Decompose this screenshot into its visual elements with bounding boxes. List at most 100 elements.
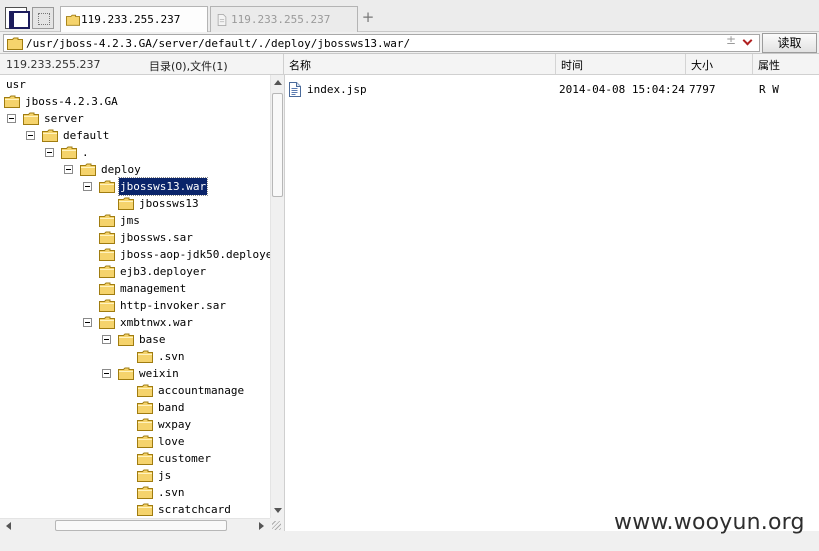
collapse-toggle-icon[interactable] bbox=[7, 114, 16, 123]
collapse-toggle-icon[interactable] bbox=[45, 148, 54, 157]
tree-node-label: .svn bbox=[158, 350, 185, 363]
tree-node-label: jms bbox=[120, 214, 140, 227]
tree-node[interactable]: customer bbox=[0, 450, 270, 467]
plus-minus-icon[interactable]: ± bbox=[726, 33, 736, 47]
folder-icon bbox=[118, 367, 134, 380]
tree-node-label: wxpay bbox=[158, 418, 192, 431]
tree-header: 119.233.255.237 目录(0),文件(1) bbox=[0, 54, 283, 75]
tree-node[interactable]: usr bbox=[0, 76, 270, 93]
scroll-right-arrow-icon[interactable] bbox=[259, 522, 264, 530]
folder-icon bbox=[99, 248, 115, 261]
tree-node[interactable]: accountmanage bbox=[0, 382, 270, 399]
document-icon bbox=[217, 14, 227, 26]
tree-node-label: deploy bbox=[101, 163, 141, 176]
folder-icon bbox=[137, 452, 153, 465]
folder-icon bbox=[118, 197, 134, 210]
tree-node[interactable]: band bbox=[0, 399, 270, 416]
tree-node[interactable]: http-invoker.sar bbox=[0, 297, 270, 314]
column-header-size[interactable]: 大小 bbox=[686, 54, 753, 74]
tree-node-label: band bbox=[158, 401, 185, 414]
collapse-toggle-icon[interactable] bbox=[102, 335, 111, 344]
panel-toggle-button[interactable] bbox=[5, 7, 30, 29]
scroll-up-arrow-icon[interactable] bbox=[274, 80, 282, 85]
tree-node[interactable]: love bbox=[0, 433, 270, 450]
directory-tree: usr jboss-4.2.3.GA server default. deploy jbo… bbox=[0, 75, 270, 518]
tree-node[interactable]: jboss-4.2.3.GA bbox=[0, 93, 270, 110]
tree-node-label: customer bbox=[158, 452, 211, 465]
folder-icon bbox=[23, 112, 39, 125]
collapse-toggle-icon[interactable] bbox=[64, 165, 73, 174]
tree-node-label: jbossws13 bbox=[139, 197, 199, 210]
tree-node-label: love bbox=[158, 435, 185, 448]
folder-icon bbox=[80, 163, 96, 176]
tree-node-label: default bbox=[63, 129, 110, 142]
tree-node-label: server bbox=[44, 112, 84, 125]
collapse-toggle-icon[interactable] bbox=[83, 318, 92, 327]
tab-active[interactable]: 119.233.255.237 bbox=[60, 6, 208, 32]
file-list-header: 名称 时间 大小 属性 bbox=[283, 54, 819, 75]
file-row[interactable]: index.jsp 2014-04-08 15:04:24 7797 R W bbox=[285, 81, 819, 98]
path-value: /usr/jboss-4.2.3.GA/server/default/./dep… bbox=[26, 37, 411, 50]
resize-grip-icon[interactable] bbox=[272, 521, 281, 530]
item-counts: 目录(0),文件(1) bbox=[149, 60, 228, 73]
file-time: 2014-04-08 15:04:24 bbox=[559, 83, 685, 96]
tree-node-label: accountmanage bbox=[158, 384, 245, 397]
folder-icon bbox=[137, 503, 153, 516]
tree-node[interactable]: default bbox=[0, 127, 270, 144]
tree-node-label: usr bbox=[6, 78, 26, 91]
file-name: index.jsp bbox=[307, 83, 367, 96]
tree-node-label: xmbtnwx.war bbox=[120, 316, 193, 329]
tree-node[interactable]: base bbox=[0, 331, 270, 348]
tree-node[interactable]: weixin bbox=[0, 365, 270, 382]
collapse-toggle-icon[interactable] bbox=[102, 369, 111, 378]
tree-node[interactable]: server bbox=[0, 110, 270, 127]
folder-icon bbox=[99, 231, 115, 244]
scroll-thumb[interactable] bbox=[272, 93, 283, 197]
new-tab-button[interactable]: + bbox=[361, 10, 375, 25]
tree-node[interactable]: js bbox=[0, 467, 270, 484]
tree-node[interactable]: jboss-aop-jdk50.deployer bbox=[0, 246, 270, 263]
folder-icon bbox=[99, 282, 115, 295]
tree-node-label: weixin bbox=[139, 367, 179, 380]
folder-icon bbox=[99, 180, 115, 193]
tree-node[interactable]: deploy bbox=[0, 161, 270, 178]
column-header-name[interactable]: 名称 bbox=[284, 54, 556, 74]
collapse-toggle-icon[interactable] bbox=[83, 182, 92, 191]
folder-icon bbox=[137, 486, 153, 499]
tree-node-label: js bbox=[158, 469, 172, 482]
tree-node[interactable]: .svn bbox=[0, 348, 270, 365]
tree-node[interactable]: jbossws13 bbox=[0, 195, 270, 212]
tree-node-label: http-invoker.sar bbox=[120, 299, 226, 312]
folder-icon bbox=[137, 469, 153, 482]
chevron-down-icon[interactable] bbox=[742, 35, 753, 46]
tree-node[interactable]: .svn bbox=[0, 484, 270, 501]
tree-node[interactable]: ejb3.deployer bbox=[0, 263, 270, 280]
scroll-left-arrow-icon[interactable] bbox=[6, 522, 11, 530]
tree-node[interactable]: jbossws.sar bbox=[0, 229, 270, 246]
tree-node[interactable]: wxpay bbox=[0, 416, 270, 433]
tree-horizontal-scrollbar[interactable] bbox=[0, 518, 270, 531]
scroll-thumb[interactable] bbox=[55, 520, 227, 531]
scroll-down-arrow-icon[interactable] bbox=[274, 508, 282, 513]
watermark: www.wooyun.org bbox=[614, 510, 805, 535]
tree-node[interactable]: scratchcard bbox=[0, 501, 270, 518]
folder-icon bbox=[99, 214, 115, 227]
tab-inactive[interactable]: 119.233.255.237 bbox=[210, 6, 358, 32]
tab-label: 119.233.255.237 bbox=[81, 13, 181, 26]
secondary-panel-button[interactable] bbox=[32, 7, 54, 29]
tree-node[interactable]: xmbtnwx.war bbox=[0, 314, 270, 331]
tree-node[interactable]: jms bbox=[0, 212, 270, 229]
read-button[interactable]: 读取 bbox=[762, 33, 817, 53]
column-header-time[interactable]: 时间 bbox=[556, 54, 686, 74]
path-input[interactable]: /usr/jboss-4.2.3.GA/server/default/./dep… bbox=[3, 34, 760, 52]
column-header-attr[interactable]: 属性 bbox=[753, 54, 819, 74]
tree-node-label: ejb3.deployer bbox=[120, 265, 207, 278]
collapse-toggle-icon[interactable] bbox=[26, 131, 35, 140]
tree-node-label: jbossws13.war bbox=[117, 177, 209, 196]
tab-label: 119.233.255.237 bbox=[231, 13, 331, 26]
file-icon bbox=[289, 82, 301, 97]
tree-vertical-scrollbar[interactable] bbox=[270, 75, 283, 518]
tree-node[interactable]: management bbox=[0, 280, 270, 297]
tree-node[interactable]: jbossws13.war bbox=[0, 177, 270, 196]
tree-node[interactable]: . bbox=[0, 144, 270, 161]
